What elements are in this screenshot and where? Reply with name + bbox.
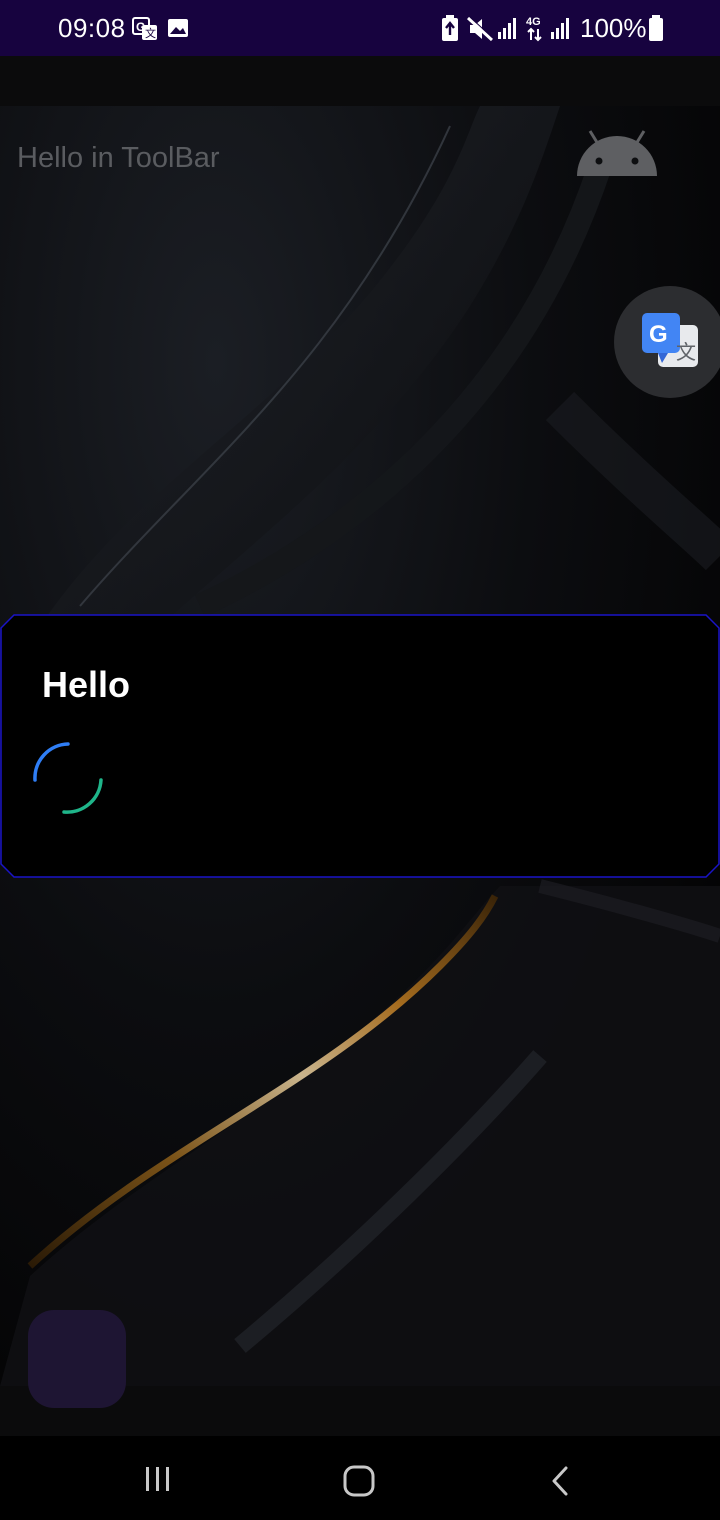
- 4g-data-icon: 4G: [526, 16, 542, 42]
- translate-notification-icon: G 文: [132, 17, 157, 40]
- home-button[interactable]: [340, 1464, 378, 1498]
- svg-text:文: 文: [676, 340, 696, 364]
- svg-text:4G: 4G: [526, 16, 541, 28]
- signal-icon-2: [551, 18, 569, 39]
- signal-icon: [498, 18, 516, 39]
- google-translate-icon: G 文: [642, 313, 698, 367]
- status-bar: 09:08 G 文 4G 100%: [0, 0, 720, 56]
- dialog-title: Hello: [42, 664, 131, 705]
- battery-saver-icon: [442, 15, 458, 41]
- svg-text:G: G: [649, 321, 668, 348]
- android-icon[interactable]: [574, 128, 660, 178]
- mute-icon: [466, 16, 494, 42]
- app-bar-strip: [0, 56, 720, 106]
- navigation-bar: [0, 1436, 720, 1520]
- svg-text:文: 文: [145, 26, 156, 40]
- floating-square-button[interactable]: [28, 1310, 126, 1408]
- phone-screen: 09:08 G 文 4G 100% Hello in ToolBar G 文 H…: [0, 0, 720, 1520]
- toolbar-title: Hello in ToolBar: [17, 142, 220, 174]
- battery-icon: [649, 15, 663, 41]
- image-notification-icon: [168, 19, 188, 37]
- status-time: 09:08: [58, 13, 126, 43]
- translate-floating-button[interactable]: G 文: [614, 286, 720, 398]
- battery-percentage: 100%: [580, 13, 647, 43]
- back-button[interactable]: [546, 1464, 576, 1498]
- recents-button[interactable]: [140, 1464, 176, 1494]
- progress-spinner: [33, 742, 103, 814]
